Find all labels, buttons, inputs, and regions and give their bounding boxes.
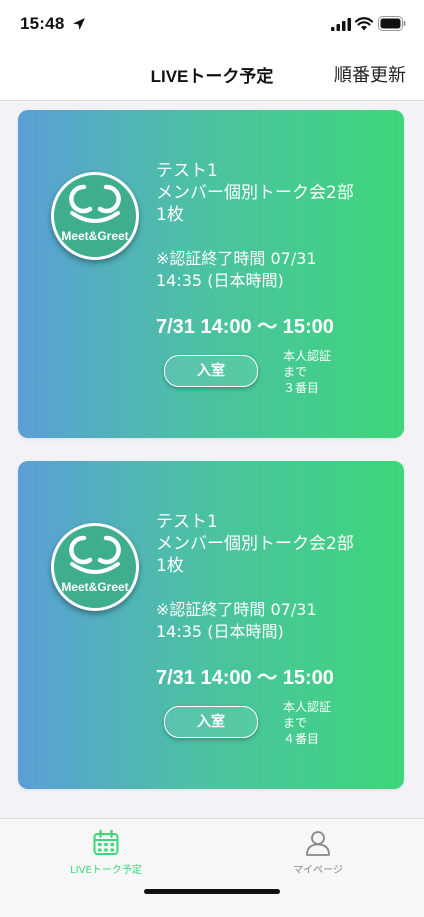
talk-card: Meet&Greet テスト1 メンバー個別トーク会2部 1枚 ※認証終了時間 …: [18, 110, 404, 438]
logo-symbol-icon: [69, 184, 121, 223]
queue-line: 本人認証: [283, 349, 332, 363]
calendar-icon: [93, 829, 119, 855]
logo-text: Meet&Greet: [61, 229, 129, 243]
enter-room-button[interactable]: 入室: [164, 706, 258, 738]
talk-time-range: 7/31 14:00 〜 15:00: [156, 316, 334, 338]
card-subtitle: メンバー個別トーク会2部: [156, 534, 354, 554]
ticket-count: 1枚: [156, 205, 184, 225]
ticket-count: 1枚: [156, 556, 184, 576]
queue-line: 本人認証: [283, 700, 332, 714]
home-indicator: [144, 889, 280, 894]
meet-greet-logo: Meet&Greet: [51, 172, 139, 260]
auth-deadline-time: 14:35 (日本時間): [156, 271, 284, 290]
status-time: 15:48: [20, 14, 65, 33]
meet-greet-logo: Meet&Greet: [51, 523, 139, 611]
logo-symbol-icon: [69, 535, 121, 574]
auth-deadline: ※認証終了時間 07/31: [156, 600, 317, 619]
queue-position: ４番目: [283, 732, 320, 746]
tab-label: LIVEトーク予定: [70, 865, 142, 876]
card-title: テスト1: [156, 161, 218, 181]
location-arrow-icon: [73, 18, 85, 30]
battery-icon: [378, 16, 406, 31]
logo-text: Meet&Greet: [61, 580, 129, 594]
talk-card: Meet&Greet テスト1 メンバー個別トーク会2部 1枚 ※認証終了時間 …: [18, 461, 404, 789]
tab-live-talk-schedule[interactable]: LIVEトーク予定: [0, 819, 212, 889]
auth-deadline-time: 14:35 (日本時間): [156, 622, 284, 641]
tab-bar: LIVEトーク予定 マイページ: [0, 818, 424, 917]
refresh-order-button[interactable]: 順番更新: [334, 61, 406, 87]
wifi-icon: [355, 17, 373, 31]
tab-label: マイページ: [293, 865, 343, 876]
cellular-signal-icon: [331, 18, 351, 31]
person-icon: [306, 831, 330, 856]
tab-my-page[interactable]: マイページ: [212, 819, 424, 889]
status-bar: 15:48: [0, 0, 424, 48]
enter-room-button[interactable]: 入室: [164, 355, 258, 387]
queue-status: 本人認証 まで ３番目: [283, 348, 331, 396]
queue-status: 本人認証 まで ４番目: [283, 699, 331, 747]
card-title: テスト1: [156, 512, 218, 532]
card-subtitle: メンバー個別トーク会2部: [156, 183, 354, 203]
talk-time-range: 7/31 14:00 〜 15:00: [156, 667, 334, 689]
queue-line: まで: [283, 716, 308, 730]
nav-bar: LIVEトーク予定 順番更新: [0, 48, 424, 101]
queue-position: ３番目: [283, 381, 320, 395]
queue-line: まで: [283, 365, 308, 379]
auth-deadline: ※認証終了時間 07/31: [156, 249, 317, 268]
